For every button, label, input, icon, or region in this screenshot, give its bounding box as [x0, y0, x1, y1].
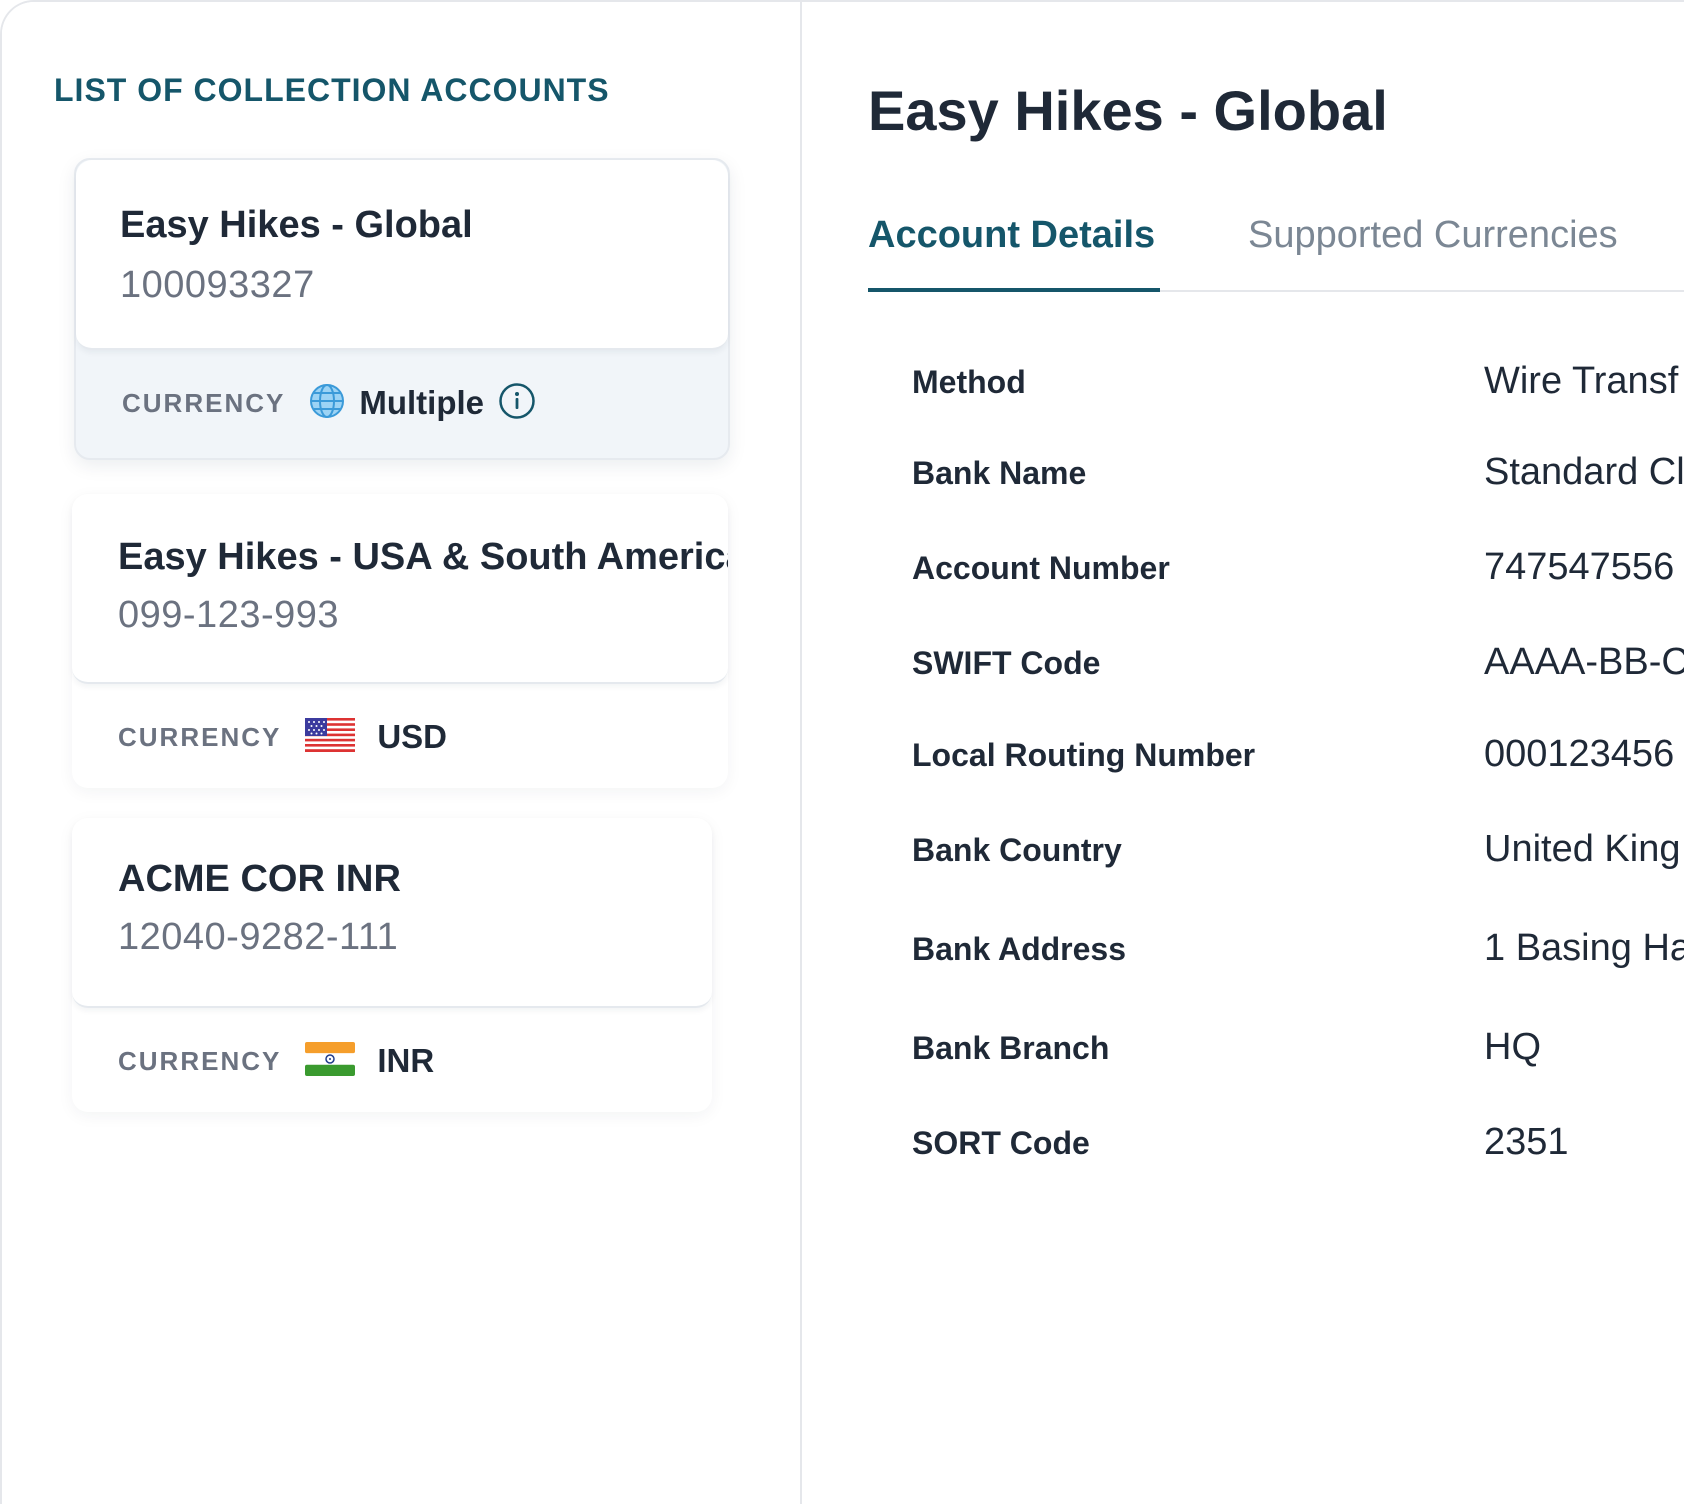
- list-heading: LIST OF COLLECTION ACCOUNTS: [54, 72, 610, 108]
- detail-label: Method: [912, 364, 1026, 400]
- globe-icon: [309, 383, 345, 424]
- currency-label: CURRENCY: [122, 387, 286, 418]
- account-name: ACME COR INR: [118, 858, 401, 900]
- detail-value: Standard Cl: [1484, 451, 1684, 493]
- currency-label: CURRENCY: [118, 1045, 282, 1076]
- india-flag-icon: [305, 1041, 356, 1081]
- detail-label: Local Routing Number: [912, 737, 1256, 773]
- detail-value: 1 Basing Ha: [1484, 927, 1684, 969]
- detail-label: SWIFT Code: [912, 645, 1101, 681]
- account-number: 099-123-993: [118, 594, 340, 636]
- collection-accounts-panel: LIST OF COLLECTION ACCOUNTS Easy Hikes -…: [2, 2, 802, 1504]
- detail-title: Easy Hikes - Global: [868, 79, 1388, 142]
- detail-label: Bank Address: [912, 931, 1126, 967]
- detail-label: Bank Country: [912, 832, 1122, 868]
- us-flag-icon: [305, 717, 356, 757]
- account-card-acme[interactable]: ACME COR INR 12040-9282-111 CURRENCY INR: [72, 818, 712, 1112]
- account-card-usa[interactable]: Easy Hikes - USA & South America 099-123…: [72, 494, 728, 788]
- detail-value: 2351: [1484, 1121, 1569, 1163]
- currency-label: CURRENCY: [118, 721, 282, 752]
- account-card-header: Easy Hikes - USA & South America 099-123…: [72, 494, 728, 684]
- account-detail-panel: Easy Hikes - Global Account Details Supp…: [804, 2, 1684, 1504]
- detail-value: Wire Transf: [1484, 360, 1679, 402]
- currency-value: USD: [377, 718, 448, 755]
- currency-value: INR: [377, 1042, 435, 1079]
- account-currency-row: CURRENCY USD: [72, 684, 728, 790]
- account-card-global[interactable]: Easy Hikes - Global 100093327 CURRENCY M…: [74, 158, 730, 460]
- detail-value: AAAA-BB-C: [1484, 641, 1684, 683]
- account-currency-row: CURRENCY INR: [72, 1008, 712, 1114]
- detail-label: Account Number: [912, 550, 1170, 586]
- app-frame: LIST OF COLLECTION ACCOUNTS Easy Hikes -…: [0, 0, 1684, 1504]
- detail-value: 747547556: [1484, 546, 1675, 588]
- detail-label: Bank Name: [912, 455, 1087, 491]
- tab-account-details[interactable]: Account Details: [868, 214, 1160, 292]
- detail-value: United King: [1484, 828, 1681, 870]
- account-currency-row: CURRENCY Multiple: [76, 350, 728, 456]
- account-number: 12040-9282-111: [118, 916, 399, 958]
- info-icon[interactable]: [498, 382, 536, 425]
- tab-supported-currencies[interactable]: Supported Currencies: [1248, 214, 1618, 292]
- account-name: Easy Hikes - USA & South America: [118, 536, 728, 578]
- account-card-header: Easy Hikes - Global 100093327: [76, 160, 728, 350]
- account-number: 100093327: [120, 264, 315, 306]
- account-card-header: ACME COR INR 12040-9282-111: [72, 818, 712, 1008]
- detail-value: HQ: [1484, 1026, 1541, 1068]
- currency-value: Multiple: [359, 384, 484, 421]
- account-name: Easy Hikes - Global: [120, 204, 473, 246]
- detail-value: 000123456: [1484, 733, 1675, 775]
- detail-label: Bank Branch: [912, 1030, 1110, 1066]
- detail-label: SORT Code: [912, 1125, 1090, 1161]
- detail-tabs: Account Details Supported Currencies: [868, 214, 1684, 292]
